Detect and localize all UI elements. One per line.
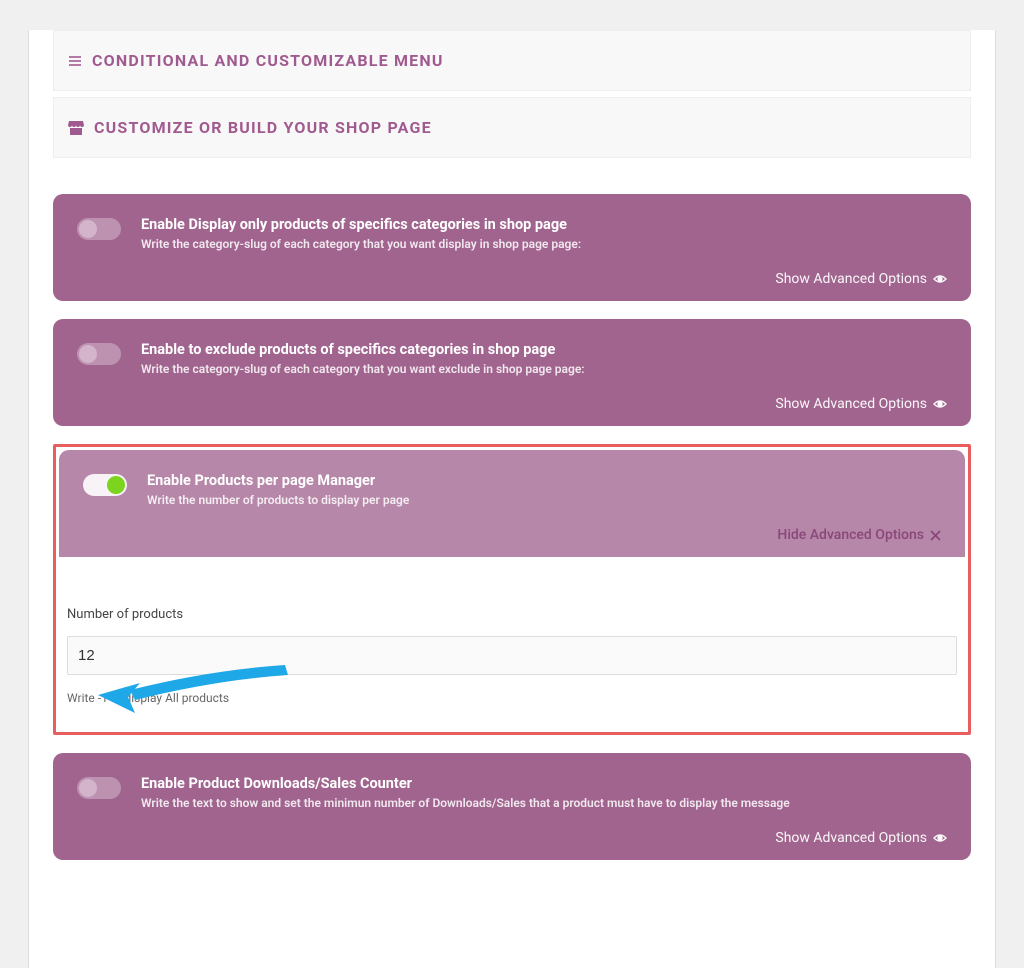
hide-advanced-options-link[interactable]: Hide Advanced Options bbox=[59, 517, 965, 557]
field-help-products-count: Write -1 to display All products bbox=[67, 691, 957, 705]
show-advanced-options-link[interactable]: Show Advanced Options bbox=[53, 386, 971, 426]
eye-icon bbox=[933, 274, 947, 284]
accordion-conditional-menu[interactable]: CONDITIONAL AND CUSTOMIZABLE MENU bbox=[53, 30, 971, 91]
panel-footer-label: Show Advanced Options bbox=[775, 396, 927, 412]
toggle-products-per-page[interactable] bbox=[83, 474, 127, 496]
panel-downloads-sales-counter: Enable Product Downloads/Sales Counter W… bbox=[53, 753, 971, 860]
accordion-customize-shop[interactable]: CUSTOMIZE OR BUILD YOUR SHOP PAGE bbox=[53, 97, 971, 158]
toggle-exclude-categories[interactable] bbox=[77, 343, 121, 365]
panel-subtitle: Write the category-slug of each category… bbox=[141, 237, 947, 251]
accordion-title: CONDITIONAL AND CUSTOMIZABLE MENU bbox=[92, 51, 444, 70]
accordion-title: CUSTOMIZE OR BUILD YOUR SHOP PAGE bbox=[94, 118, 432, 137]
panel-title: Enable to exclude products of specifics … bbox=[141, 341, 947, 358]
toggle-display-only[interactable] bbox=[77, 218, 121, 240]
menu-icon bbox=[68, 54, 82, 68]
shop-icon bbox=[68, 121, 84, 135]
panel-exclude-categories: Enable to exclude products of specifics … bbox=[53, 319, 971, 426]
show-advanced-options-link[interactable]: Show Advanced Options bbox=[53, 261, 971, 301]
panel-subtitle: Write the category-slug of each category… bbox=[141, 362, 947, 376]
panel-title: Enable Display only products of specific… bbox=[141, 216, 947, 233]
panel-subtitle: Write the text to show and set the minim… bbox=[141, 796, 947, 810]
panel-subtitle: Write the number of products to display … bbox=[147, 493, 941, 507]
panel-title: Enable Products per page Manager bbox=[147, 472, 941, 489]
toggle-downloads-counter[interactable] bbox=[77, 777, 121, 799]
panel-display-only-categories: Enable Display only products of specific… bbox=[53, 194, 971, 301]
panel-footer-label: Show Advanced Options bbox=[775, 830, 927, 846]
eye-icon bbox=[933, 833, 947, 843]
panel-footer-label: Hide Advanced Options bbox=[777, 527, 924, 543]
field-label-products-count: Number of products bbox=[67, 607, 957, 622]
input-products-count[interactable] bbox=[67, 636, 957, 675]
show-advanced-options-link[interactable]: Show Advanced Options bbox=[53, 820, 971, 860]
eye-icon bbox=[933, 399, 947, 409]
panel-products-per-page-highlighted: Enable Products per page Manager Write t… bbox=[53, 444, 971, 735]
close-icon bbox=[930, 530, 941, 541]
panel-title: Enable Product Downloads/Sales Counter bbox=[141, 775, 947, 792]
panel-footer-label: Show Advanced Options bbox=[775, 271, 927, 287]
